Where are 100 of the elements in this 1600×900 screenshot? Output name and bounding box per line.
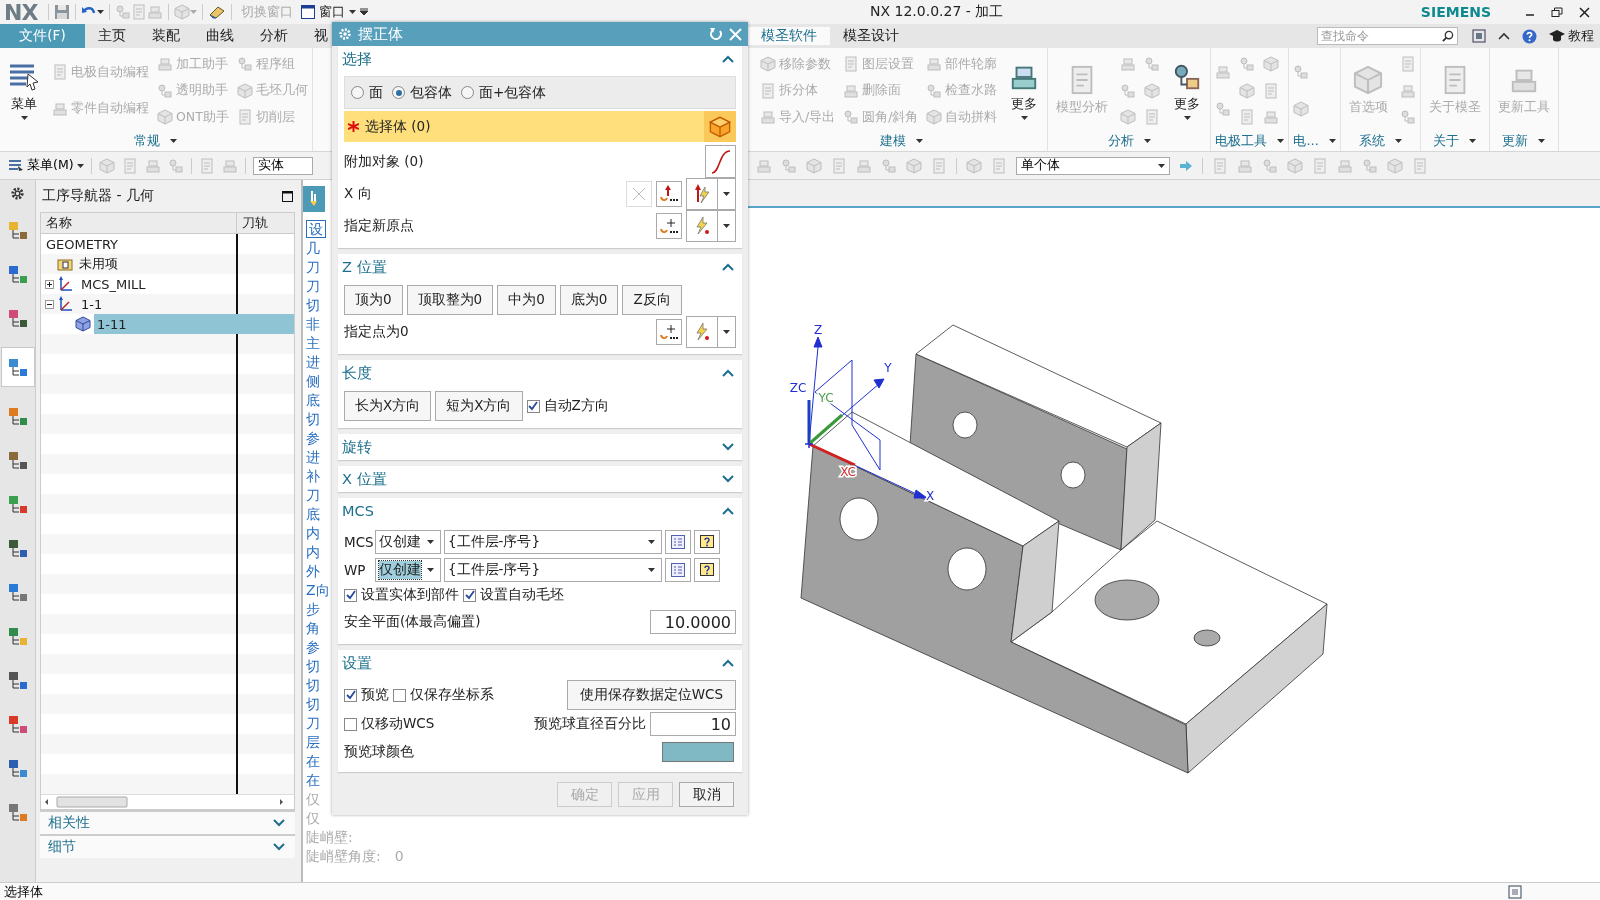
type-filter-dropdown[interactable]: 单个体 bbox=[1016, 156, 1170, 175]
tree-item[interactable]: MCS_MILL bbox=[78, 274, 294, 294]
chevron-up-icon[interactable] bbox=[1498, 32, 1510, 40]
restore-icon[interactable] bbox=[1551, 6, 1563, 18]
mode-dropdown[interactable]: 仅创建 bbox=[375, 558, 441, 582]
mode-dropdown[interactable]: 仅创建 bbox=[375, 530, 441, 554]
help-button[interactable] bbox=[694, 558, 720, 582]
list-item[interactable]: 参 bbox=[303, 638, 332, 657]
list-item[interactable]: 刀 bbox=[303, 486, 332, 505]
list-item[interactable]: 进 bbox=[303, 448, 332, 467]
push-button[interactable]: 顶为0 bbox=[344, 285, 403, 315]
list-item[interactable]: 底 bbox=[303, 391, 332, 410]
split-button[interactable] bbox=[686, 178, 736, 210]
list-item[interactable]: 切 bbox=[303, 695, 332, 714]
radio-button[interactable] bbox=[461, 86, 474, 99]
toolbar-button[interactable]: 窗口 bbox=[297, 3, 361, 21]
select-curve-button[interactable] bbox=[705, 145, 736, 178]
list-item[interactable]: 步 bbox=[303, 600, 332, 619]
section-header[interactable]: X 位置 bbox=[338, 466, 742, 492]
fit-icon[interactable] bbox=[1508, 885, 1522, 899]
chevron-up-icon[interactable] bbox=[722, 507, 734, 515]
expand-icon[interactable] bbox=[45, 279, 54, 289]
tutorial-button[interactable]: 教程 bbox=[1549, 27, 1594, 45]
list-item[interactable]: 底 bbox=[303, 505, 332, 524]
node-icon[interactable] bbox=[781, 157, 797, 174]
list-item[interactable]: 刀 bbox=[303, 277, 332, 296]
split-button[interactable] bbox=[686, 210, 736, 242]
list-item[interactable]: 切 bbox=[303, 296, 332, 315]
caret-icon[interactable] bbox=[1469, 139, 1477, 143]
caret-icon[interactable] bbox=[1394, 139, 1402, 143]
list-item[interactable]: 刀 bbox=[303, 258, 332, 277]
push-button[interactable]: 短为X方向 bbox=[435, 391, 523, 421]
name-dropdown[interactable]: {工件层-序号} bbox=[444, 558, 662, 582]
list-item[interactable]: 内 bbox=[303, 543, 332, 562]
chevron-down-icon[interactable] bbox=[722, 475, 734, 483]
node-icon[interactable] bbox=[167, 157, 184, 174]
caret-icon[interactable] bbox=[1277, 139, 1285, 143]
point-dialog-button[interactable] bbox=[656, 213, 682, 239]
list-item[interactable]: 切 bbox=[303, 410, 332, 429]
tree-item[interactable]: GEOMETRY bbox=[43, 234, 294, 254]
push-button[interactable]: Z反向 bbox=[622, 285, 682, 315]
name-dropdown[interactable]: {工件层-序号} bbox=[444, 530, 662, 554]
ribbon-tab[interactable]: 曲线 bbox=[193, 24, 247, 48]
caret-icon[interactable] bbox=[1538, 139, 1546, 143]
section-header[interactable]: 长度 bbox=[338, 360, 742, 386]
column-header[interactable]: 名称 bbox=[41, 213, 237, 233]
list-item[interactable]: 主 bbox=[303, 334, 332, 353]
node-icon[interactable] bbox=[881, 157, 897, 174]
collapsible-panel[interactable]: 相关性 bbox=[40, 810, 295, 834]
list-item[interactable]: 内 bbox=[303, 524, 332, 543]
list-item[interactable]: 几 bbox=[303, 239, 332, 258]
push-button[interactable]: 中为0 bbox=[497, 285, 556, 315]
radio-button[interactable] bbox=[392, 86, 405, 99]
vector-dialog-button[interactable] bbox=[656, 181, 682, 207]
settings-icon[interactable] bbox=[10, 186, 25, 201]
list-item[interactable]: 在 bbox=[303, 752, 332, 771]
save-icon[interactable] bbox=[54, 4, 71, 20]
number-field[interactable]: 10 bbox=[650, 712, 736, 736]
reset-icon[interactable] bbox=[709, 27, 723, 41]
chevron-down-icon[interactable] bbox=[273, 819, 285, 827]
tree-item[interactable]: 1-11 bbox=[94, 314, 294, 334]
caret-icon[interactable] bbox=[170, 139, 178, 143]
number-field[interactable]: 10.0000 bbox=[650, 610, 736, 634]
coordinate-triad-drawing[interactable] bbox=[804, 336, 928, 499]
list-item[interactable]: 侧 bbox=[303, 372, 332, 391]
section-header[interactable]: 旋转 bbox=[338, 434, 742, 460]
ribbon-command[interactable]: 更多 bbox=[1168, 59, 1207, 122]
color-swatch[interactable] bbox=[662, 742, 734, 762]
node-icon[interactable] bbox=[1362, 157, 1378, 174]
close-icon[interactable] bbox=[1579, 6, 1590, 18]
ribbon-tab[interactable]: 文件(F) bbox=[0, 24, 85, 48]
ribbon-tab[interactable]: 主页 bbox=[85, 24, 139, 48]
push-button[interactable]: 使用保存数据定位WCS bbox=[566, 680, 736, 710]
filter-field[interactable]: 实体 bbox=[252, 156, 313, 175]
list-item[interactable]: 非 bbox=[303, 315, 332, 334]
selection-row[interactable]: 选择体 (0) bbox=[344, 111, 736, 142]
checkbox[interactable] bbox=[344, 688, 357, 702]
push-button[interactable]: 长为X方向 bbox=[344, 391, 432, 421]
list-item[interactable]: 补 bbox=[303, 467, 332, 486]
section-header[interactable]: Z 位置 bbox=[338, 254, 742, 280]
list-item[interactable]: 层 bbox=[303, 733, 332, 752]
select-body-button[interactable] bbox=[704, 111, 736, 142]
checkbox[interactable] bbox=[526, 399, 540, 413]
list-item[interactable]: 进 bbox=[303, 353, 332, 372]
chevron-up-icon[interactable] bbox=[722, 369, 734, 377]
eraser-icon[interactable] bbox=[208, 5, 227, 19]
caret-icon[interactable] bbox=[360, 8, 369, 16]
list-item[interactable]: 切 bbox=[303, 676, 332, 695]
ribbon-command[interactable]: 更多 bbox=[1005, 59, 1044, 122]
list-item[interactable]: 角 bbox=[303, 619, 332, 638]
tab-button[interactable]: 设 bbox=[306, 220, 326, 238]
point-dialog-button[interactable] bbox=[656, 319, 682, 345]
chevron-down-icon[interactable] bbox=[722, 443, 734, 451]
section-header[interactable]: 选择 bbox=[338, 46, 742, 72]
dialog-button[interactable]: 取消 bbox=[679, 782, 734, 807]
list-item[interactable]: Z向 bbox=[303, 581, 332, 600]
push-button[interactable]: 顶取整为0 bbox=[406, 285, 494, 315]
section-header[interactable]: MCS bbox=[338, 498, 742, 524]
node-icon[interactable] bbox=[1262, 157, 1278, 174]
chevron-down-icon[interactable] bbox=[273, 843, 285, 851]
